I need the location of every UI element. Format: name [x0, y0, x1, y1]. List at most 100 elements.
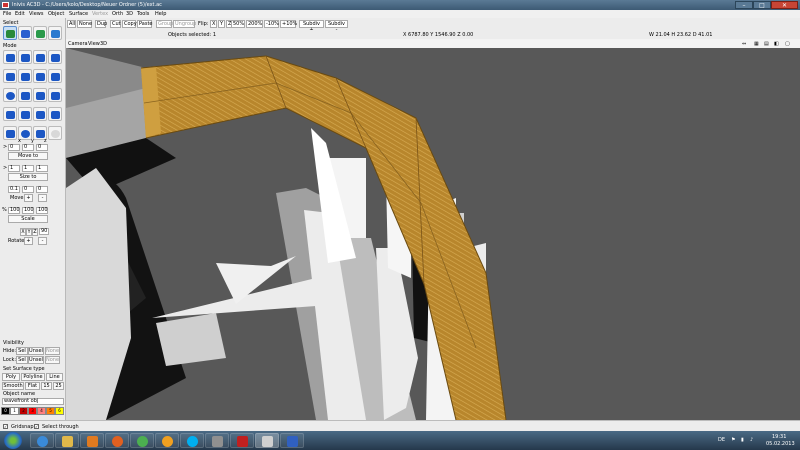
ungroup-button[interactable]: Ungroup [173, 20, 196, 28]
view-grid-icon[interactable]: ▦ [754, 41, 759, 47]
menu-surface[interactable]: Surface [69, 11, 88, 17]
crease-25-button[interactable]: 25 [53, 382, 64, 390]
palette-swatch-0[interactable]: 0 [1, 407, 10, 415]
move-y-field[interactable]: 0 [22, 144, 34, 151]
mode-scale-icon[interactable] [33, 50, 47, 64]
view-arrows-icon[interactable]: ⇔ [742, 41, 746, 47]
minimize-button[interactable]: – [735, 1, 753, 9]
menu-vertex[interactable]: Vertex [92, 11, 108, 17]
tray-volume-icon[interactable]: ♪ [750, 437, 753, 443]
nudge-y-field[interactable]: 0 [22, 186, 34, 193]
size-z-field[interactable]: 1 [36, 165, 48, 172]
app-blue-icon[interactable] [280, 433, 304, 448]
size-arrow-icon[interactable]: > [3, 165, 7, 171]
menu-edit[interactable]: Edit [15, 11, 25, 17]
palette-swatch-1[interactable]: 1 [10, 407, 19, 415]
mode-extrude-icon[interactable] [48, 50, 62, 64]
size-y-field[interactable]: 1 [22, 165, 34, 172]
palette-swatch-6[interactable]: 6 [55, 407, 64, 415]
view-shading-icon[interactable]: ◧ [774, 41, 779, 47]
mode-line-icon[interactable] [18, 69, 32, 83]
palette-swatch-3[interactable]: 3 [28, 407, 37, 415]
select-all-button[interactable]: All [67, 20, 76, 28]
flip-x-button[interactable]: X [210, 20, 217, 28]
mode-cylinder-icon[interactable] [33, 107, 47, 121]
language-indicator[interactable]: DE [718, 437, 725, 443]
zoom-minus10-button[interactable]: -10% [264, 20, 279, 28]
select-object-tool-icon[interactable] [18, 26, 32, 40]
mode-box-icon[interactable] [33, 88, 47, 102]
palette-swatch-5[interactable]: 5 [46, 407, 55, 415]
surface-smooth-button[interactable]: Smooth [2, 382, 24, 390]
lock-none-button[interactable]: None [45, 356, 60, 364]
move-x-field[interactable]: 0 [8, 144, 20, 151]
menu-3d[interactable]: 3D [126, 11, 133, 17]
mode-light-icon[interactable] [48, 126, 62, 140]
scale-z-field[interactable]: 100 [36, 207, 48, 214]
zoom-plus10-button[interactable]: +10% [280, 20, 297, 28]
rotate-z-button[interactable]: Z [32, 228, 38, 236]
expand-arrow-icon[interactable]: > [3, 144, 7, 150]
mode-circle-icon[interactable] [3, 88, 17, 102]
lock-unsel-button[interactable]: Unsel [28, 356, 44, 364]
subdiv-minus-button[interactable]: Subdiv - [325, 20, 348, 33]
menu-views[interactable]: Views [29, 11, 43, 17]
move-plus-button[interactable]: + [24, 194, 33, 202]
scale-button[interactable]: Scale [8, 215, 48, 223]
select-none-button[interactable]: None [77, 20, 92, 28]
rotate-minus-button[interactable]: - [38, 237, 47, 245]
hide-sel-button[interactable]: Sel [16, 347, 28, 355]
menu-tools[interactable]: Tools [137, 11, 149, 17]
copy-button[interactable]: Copy [122, 20, 137, 28]
mode-polygon-icon[interactable] [33, 69, 47, 83]
view-layout-icon[interactable]: ▤ [764, 41, 769, 47]
mode-curve-icon[interactable] [48, 69, 62, 83]
zoom-50-button[interactable]: 50% [231, 20, 245, 28]
surface-line-button[interactable]: Line [46, 373, 63, 381]
hide-unsel-button[interactable]: Unsel [28, 347, 44, 355]
hide-none-button[interactable]: None [45, 347, 60, 355]
select-group-tool-icon[interactable] [33, 26, 47, 40]
mode-rectangle-icon[interactable] [18, 88, 32, 102]
mode-mesh-icon[interactable] [48, 88, 62, 102]
zoom-200-button[interactable]: 200% [246, 20, 263, 28]
select-surface-tool-icon[interactable] [48, 26, 62, 40]
menu-help[interactable]: Help [155, 11, 166, 17]
menu-orth[interactable]: Orth [112, 11, 123, 17]
duplicate-button[interactable]: Dup [95, 20, 107, 28]
select-through-checkbox[interactable]: ✓ [34, 424, 39, 429]
mode-rotate-icon[interactable] [18, 50, 32, 64]
menu-object[interactable]: Object [48, 11, 64, 17]
firefox-icon[interactable] [105, 433, 129, 448]
surface-polyline-button[interactable]: Polyline [21, 373, 45, 381]
flip-y-button[interactable]: Y [218, 20, 225, 28]
mode-cone-icon[interactable] [18, 107, 32, 121]
tray-network-icon[interactable]: ▮ [741, 437, 744, 443]
camera-menu[interactable]: Camera [68, 41, 88, 47]
mode-tube-icon[interactable] [3, 126, 17, 140]
palette-swatch-4[interactable]: 4 [37, 407, 46, 415]
gridsnap-checkbox[interactable]: ✓ [3, 424, 8, 429]
palette-swatch-2[interactable]: 2 [19, 407, 28, 415]
menu-file[interactable]: File [3, 11, 11, 17]
move-minus-button[interactable]: - [38, 194, 47, 202]
move-to-button[interactable]: Move to [8, 152, 48, 160]
view-maximize-icon[interactable]: ▢ [785, 41, 790, 47]
ac3d-taskbar-icon[interactable] [255, 433, 279, 448]
tray-flag-icon[interactable]: ⚑ [731, 437, 735, 443]
app-gray-icon[interactable] [205, 433, 229, 448]
rotate-plus-button[interactable]: + [24, 237, 33, 245]
mode-text-icon[interactable] [48, 107, 62, 121]
mode-lathe-icon[interactable] [3, 69, 17, 83]
app-red-icon[interactable] [230, 433, 254, 448]
close-button[interactable]: ✕ [771, 1, 798, 9]
start-button[interactable] [4, 432, 22, 449]
app-yellow-icon[interactable] [155, 433, 179, 448]
explorer-icon[interactable] [55, 433, 79, 448]
ie-icon[interactable] [30, 433, 54, 448]
surface-poly-button[interactable]: Poly [2, 373, 20, 381]
cut-button[interactable]: Cut [110, 20, 121, 28]
mode-move-icon[interactable] [3, 50, 17, 64]
nudge-x-field[interactable]: 0.1 [8, 186, 20, 193]
view-menu[interactable]: View [88, 41, 100, 47]
